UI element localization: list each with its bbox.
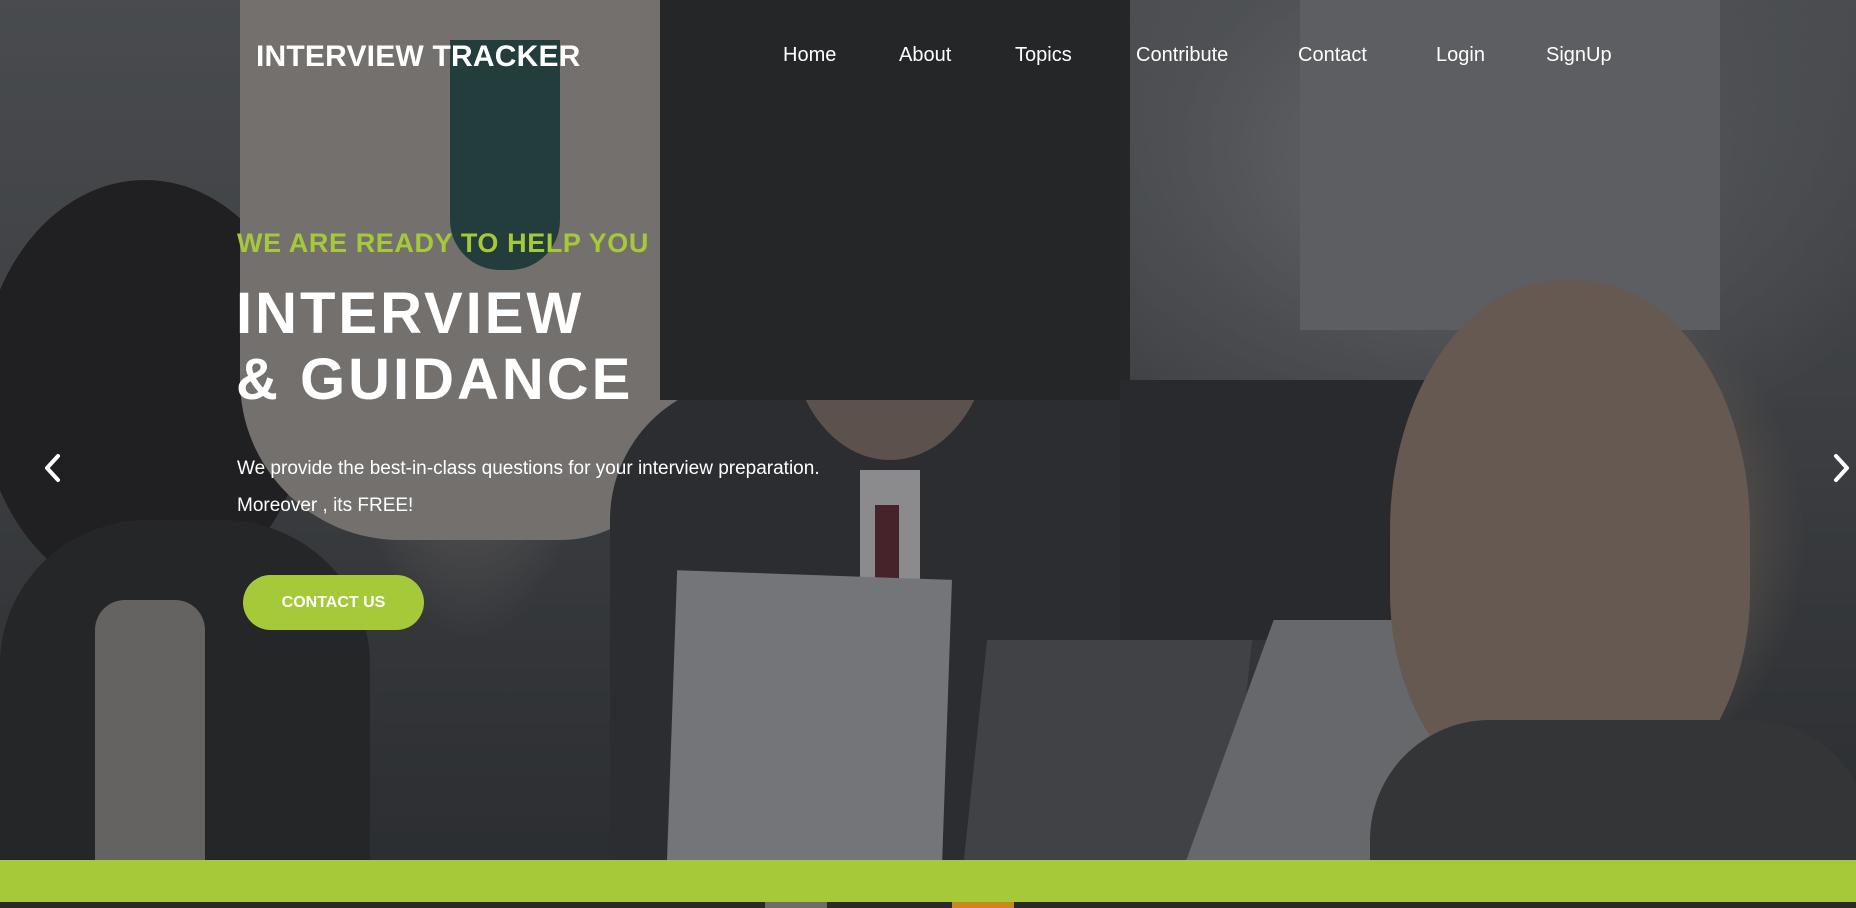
nav-home[interactable]: Home <box>783 44 836 67</box>
hero-description-line2: Moreover , its FREE! <box>237 495 414 516</box>
nav-contribute[interactable]: Contribute <box>1136 44 1228 67</box>
nav-login[interactable]: Login <box>1436 44 1485 67</box>
bottom-strip <box>0 902 1856 908</box>
bottom-strip-segment <box>952 902 1014 908</box>
accent-band <box>0 860 1856 902</box>
carousel-next-button[interactable] <box>1826 450 1856 486</box>
nav-about[interactable]: About <box>899 44 951 67</box>
nav-signup[interactable]: SignUp <box>1546 44 1612 67</box>
hero-title-line1: INTERVIEW <box>236 281 585 346</box>
chevron-right-icon <box>1834 454 1849 482</box>
chevron-left-icon <box>45 454 60 482</box>
contact-us-button[interactable]: CONTACT US <box>243 575 424 630</box>
main-nav: Home About Topics Contribute Contact Log… <box>0 44 1856 74</box>
nav-contact[interactable]: Contact <box>1298 44 1367 67</box>
hero-section: INTERVIEW TRACKER Home About Topics Cont… <box>0 0 1856 860</box>
carousel-prev-button[interactable] <box>38 450 68 486</box>
dark-overlay <box>0 0 1856 860</box>
hero-tagline: WE ARE READY TO HELP YOU <box>237 228 649 258</box>
nav-topics[interactable]: Topics <box>1015 44 1072 67</box>
hero-title-line2: & GUIDANCE <box>236 347 634 412</box>
bottom-strip-segment <box>765 902 827 908</box>
hero-description-line1: We provide the best-in-class questions f… <box>237 458 820 479</box>
